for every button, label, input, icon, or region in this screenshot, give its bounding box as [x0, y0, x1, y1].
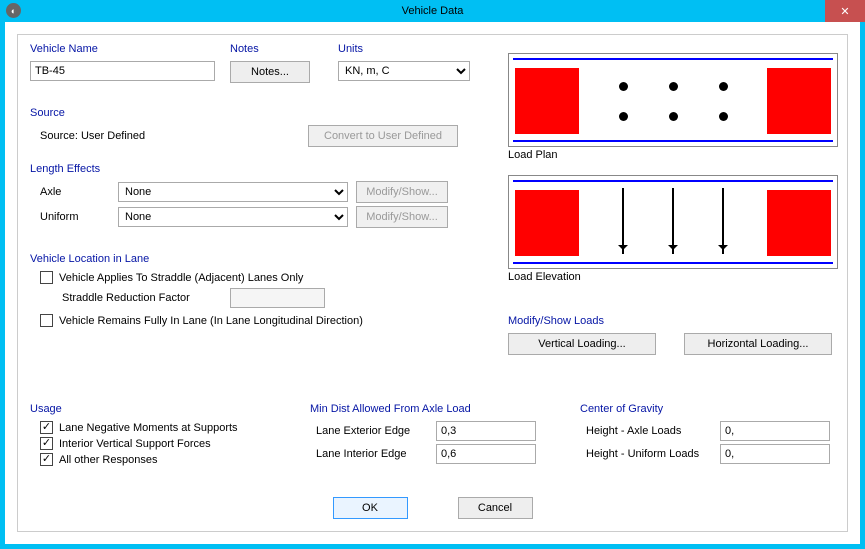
group-location: Vehicle Location in Lane Vehicle Applies… — [30, 253, 475, 330]
group-title-min-dist: Min Dist Allowed From Axle Load — [310, 403, 556, 415]
remains-checkbox[interactable] — [40, 314, 53, 327]
usage-all-row: ✓ All other Responses — [30, 453, 290, 466]
cancel-button[interactable]: Cancel — [458, 497, 533, 519]
group-units: Units KN, m, C — [338, 43, 470, 81]
horizontal-loading-button[interactable]: Horizontal Loading... — [684, 333, 832, 355]
action-bar: OK Cancel — [18, 497, 847, 519]
straddle-checkbox[interactable] — [40, 271, 53, 284]
mindist-ext-label: Lane Exterior Edge — [310, 425, 428, 437]
axle-select[interactable]: None — [118, 182, 348, 202]
reduction-label: Straddle Reduction Factor — [62, 292, 222, 304]
source-label: Source: User Defined — [30, 130, 300, 142]
uniform-label: Uniform — [30, 211, 110, 223]
group-title-usage: Usage — [30, 403, 290, 415]
mindist-int-label: Lane Interior Edge — [310, 448, 428, 460]
vertical-loading-button[interactable]: Vertical Loading... — [508, 333, 656, 355]
cog-unif-input[interactable] — [720, 444, 830, 464]
remains-checkbox-row: Vehicle Remains Fully In Lane (In Lane L… — [30, 314, 475, 327]
uniform-select[interactable]: None — [118, 207, 348, 227]
close-button[interactable]: ✕ — [825, 0, 865, 22]
load-plan-preview — [508, 53, 838, 147]
straddle-label: Vehicle Applies To Straddle (Adjacent) L… — [59, 272, 303, 284]
reduction-input[interactable] — [230, 288, 325, 308]
uniform-modify-button[interactable]: Modify/Show... — [356, 206, 448, 228]
usage-int-checkbox[interactable]: ✓ — [40, 437, 53, 450]
notes-button[interactable]: Notes... — [230, 61, 310, 83]
group-notes: Notes Notes... — [230, 43, 315, 83]
group-title-loads: Modify/Show Loads — [508, 315, 838, 327]
group-title-location: Vehicle Location in Lane — [30, 253, 475, 265]
window-body: Vehicle Name Notes Notes... Units KN, m,… — [5, 22, 860, 544]
usage-all-checkbox[interactable]: ✓ — [40, 453, 53, 466]
ok-button[interactable]: OK — [333, 497, 408, 519]
group-title-length-effects: Length Effects — [30, 163, 475, 175]
load-elevation-preview — [508, 175, 838, 269]
load-plan-label: Load Plan — [508, 149, 558, 161]
group-source: Source Source: User Defined Convert to U… — [30, 107, 475, 150]
group-title-cog: Center of Gravity — [580, 403, 840, 415]
dialog-panel: Vehicle Name Notes Notes... Units KN, m,… — [17, 34, 848, 532]
group-title-notes: Notes — [230, 43, 315, 55]
units-select[interactable]: KN, m, C — [338, 61, 470, 81]
usage-neg-row: ✓ Lane Negative Moments at Supports — [30, 421, 290, 434]
cog-axle-input[interactable] — [720, 421, 830, 441]
close-icon: ✕ — [840, 5, 849, 18]
group-title-source: Source — [30, 107, 475, 119]
cog-unif-label: Height - Uniform Loads — [580, 448, 712, 460]
straddle-checkbox-row: Vehicle Applies To Straddle (Adjacent) L… — [30, 271, 475, 284]
usage-neg-checkbox[interactable]: ✓ — [40, 421, 53, 434]
group-min-dist: Min Dist Allowed From Axle Load Lane Ext… — [310, 403, 556, 467]
app-icon: ◐ — [6, 3, 21, 18]
group-title-units: Units — [338, 43, 470, 55]
group-loads: Modify/Show Loads Vertical Loading... Ho… — [508, 315, 838, 358]
mindist-int-input[interactable] — [436, 444, 536, 464]
usage-int-row: ✓ Interior Vertical Support Forces — [30, 437, 290, 450]
remains-label: Vehicle Remains Fully In Lane (In Lane L… — [59, 315, 363, 327]
group-vehicle-name: Vehicle Name — [30, 43, 215, 81]
convert-button[interactable]: Convert to User Defined — [308, 125, 458, 147]
axle-label: Axle — [30, 186, 110, 198]
usage-all-label: All other Responses — [59, 454, 157, 466]
title-bar: ◐ Vehicle Data ✕ — [0, 0, 865, 22]
cog-axle-label: Height - Axle Loads — [580, 425, 712, 437]
window-title: Vehicle Data — [402, 5, 464, 17]
group-title-vehicle-name: Vehicle Name — [30, 43, 215, 55]
vehicle-name-input[interactable] — [30, 61, 215, 81]
usage-int-label: Interior Vertical Support Forces — [59, 438, 211, 450]
group-cog: Center of Gravity Height - Axle Loads He… — [580, 403, 840, 467]
mindist-ext-input[interactable] — [436, 421, 536, 441]
group-usage: Usage ✓ Lane Negative Moments at Support… — [30, 403, 290, 469]
load-elevation-label: Load Elevation — [508, 271, 581, 283]
usage-neg-label: Lane Negative Moments at Supports — [59, 422, 238, 434]
group-length-effects: Length Effects Axle None Modify/Show... … — [30, 163, 475, 231]
axle-modify-button[interactable]: Modify/Show... — [356, 181, 448, 203]
